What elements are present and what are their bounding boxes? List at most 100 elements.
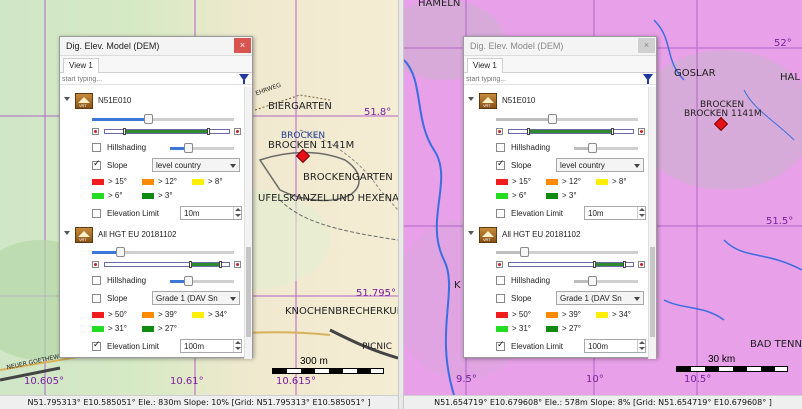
elevation-limit-checkbox[interactable]	[92, 340, 101, 351]
dem-panel[interactable]: Dig. Elev. Model (DEM) × View 1 VRT N51E…	[463, 36, 657, 359]
hillshading-slider[interactable]	[574, 143, 638, 153]
slope-mode-select[interactable]: level country	[556, 158, 644, 172]
filter-icon[interactable]	[239, 74, 249, 84]
vrt-badge: VRT	[79, 237, 87, 242]
range-handle-max[interactable]	[219, 261, 222, 268]
range-handle-max[interactable]	[207, 128, 210, 135]
spin-arrows-icon[interactable]	[233, 340, 241, 352]
opacity-slider[interactable]	[92, 114, 234, 124]
elevation-range-slider[interactable]	[104, 261, 230, 268]
range-max-pin-icon[interactable]	[638, 128, 645, 135]
elevation-range-slider[interactable]	[508, 128, 634, 135]
slope-mode-value: level country	[560, 161, 605, 170]
scale-bar-label: 300 m	[300, 356, 328, 367]
chevron-down-icon	[230, 297, 236, 301]
range-handle-max[interactable]	[623, 261, 626, 268]
legend-swatch-red	[496, 179, 508, 185]
tab-view-1[interactable]: View 1	[63, 58, 99, 73]
opacity-slider-knob[interactable]	[144, 114, 153, 124]
map-label-biergarten: BIERGARTEN	[268, 101, 332, 112]
dem-titlebar[interactable]: Dig. Elev. Model (DEM) ×	[464, 37, 656, 56]
filter-input[interactable]	[466, 74, 636, 84]
legend-text: > 3°	[158, 191, 173, 200]
elevation-limit-value: 10m	[588, 209, 604, 218]
opacity-slider-knob[interactable]	[116, 247, 125, 257]
scrollbar-thumb[interactable]	[650, 247, 655, 337]
range-min-pin-icon[interactable]	[92, 261, 99, 268]
range-min-pin-icon[interactable]	[496, 128, 503, 135]
elevation-limit-checkbox[interactable]	[496, 209, 505, 218]
dem-panel[interactable]: Dig. Elev. Model (DEM) × View 1 VRT N51E…	[59, 36, 253, 359]
hillshading-slider[interactable]	[170, 143, 234, 153]
opacity-slider-knob[interactable]	[520, 247, 529, 257]
close-button[interactable]: ×	[638, 38, 655, 53]
vertical-scrollbar[interactable]	[244, 87, 252, 359]
map-label-brocken-summit: BROCKEN 1141M	[268, 140, 355, 151]
hillshading-slider-knob[interactable]	[184, 143, 193, 153]
elevation-limit-spinbox[interactable]: 100m	[584, 339, 646, 353]
range-handle-min[interactable]	[189, 261, 192, 268]
elevation-range-slider[interactable]	[104, 128, 230, 135]
slope-mode-select[interactable]: Grade 1 (DAV Sn	[152, 291, 240, 305]
expand-arrow-icon[interactable]	[64, 231, 70, 235]
hillshading-slider[interactable]	[574, 276, 638, 286]
range-handle-min[interactable]	[123, 128, 126, 135]
expand-arrow-icon[interactable]	[64, 97, 70, 101]
opacity-slider-fill	[92, 118, 148, 121]
elevation-range-slider[interactable]	[508, 261, 634, 268]
range-handle-max[interactable]	[611, 128, 614, 135]
opacity-slider[interactable]	[496, 114, 638, 124]
slope-checkbox[interactable]	[496, 294, 505, 303]
slope-checkbox[interactable]	[92, 159, 101, 170]
hillshading-slider-knob[interactable]	[588, 276, 597, 286]
scale-bar-label: 30 km	[708, 354, 736, 365]
elevation-limit-spinbox[interactable]: 10m	[180, 206, 242, 220]
hillshading-slider-knob[interactable]	[588, 143, 597, 153]
spin-arrows-icon[interactable]	[637, 340, 645, 352]
range-max-pin-icon[interactable]	[638, 261, 645, 268]
hillshading-checkbox[interactable]	[496, 143, 505, 152]
filter-input[interactable]	[62, 74, 232, 84]
elevation-limit-checkbox[interactable]	[496, 340, 505, 351]
opacity-slider[interactable]	[496, 247, 638, 257]
elevation-limit-value: 100m	[588, 342, 609, 351]
opacity-slider-knob[interactable]	[548, 114, 557, 124]
range-max-pin-icon[interactable]	[234, 128, 241, 135]
hillshading-slider[interactable]	[170, 276, 234, 286]
layer-row-hgt-eu[interactable]: VRT All HGT EU 20181102	[464, 227, 650, 243]
spin-arrows-icon[interactable]	[233, 207, 241, 219]
range-handle-min[interactable]	[593, 261, 596, 268]
slope-mode-select[interactable]: level country	[152, 158, 240, 172]
range-max-pin-icon[interactable]	[234, 261, 241, 268]
hillshading-slider-knob[interactable]	[184, 276, 193, 286]
elevation-limit-checkbox[interactable]	[92, 209, 101, 218]
vertical-scrollbar[interactable]	[648, 87, 656, 359]
range-handle-min[interactable]	[527, 128, 530, 135]
filter-icon[interactable]	[643, 74, 653, 84]
slope-checkbox[interactable]	[496, 159, 505, 170]
hillshading-checkbox[interactable]	[496, 276, 505, 285]
slope-checkbox[interactable]	[92, 294, 101, 303]
elevation-limit-spinbox[interactable]: 100m	[180, 339, 242, 353]
grid-label-lon-3: 10.615°	[276, 376, 316, 387]
scrollbar-thumb[interactable]	[246, 247, 251, 337]
expand-arrow-icon[interactable]	[468, 231, 474, 235]
dem-titlebar[interactable]: Dig. Elev. Model (DEM) ×	[60, 37, 252, 56]
layer-name: All HGT EU 20181102	[98, 230, 177, 239]
layer-row-n51e010[interactable]: VRT N51E010	[464, 93, 650, 109]
expand-arrow-icon[interactable]	[468, 97, 474, 101]
range-min-pin-icon[interactable]	[92, 128, 99, 135]
legend-text: > 31°	[108, 324, 127, 333]
hillshading-checkbox[interactable]	[92, 276, 101, 285]
close-button[interactable]: ×	[234, 38, 251, 53]
layer-row-n51e010[interactable]: VRT N51E010	[60, 93, 246, 109]
tab-view-1[interactable]: View 1	[467, 58, 503, 73]
dem-tabstrip: View 1	[464, 56, 656, 73]
layer-row-hgt-eu[interactable]: VRT All HGT EU 20181102	[60, 227, 246, 243]
range-min-pin-icon[interactable]	[496, 261, 503, 268]
elevation-limit-spinbox[interactable]: 10m	[584, 206, 646, 220]
opacity-slider[interactable]	[92, 247, 234, 257]
spin-arrows-icon[interactable]	[637, 207, 645, 219]
hillshading-checkbox[interactable]	[92, 143, 101, 152]
slope-mode-select[interactable]: Grade 1 (DAV Sn	[556, 291, 644, 305]
